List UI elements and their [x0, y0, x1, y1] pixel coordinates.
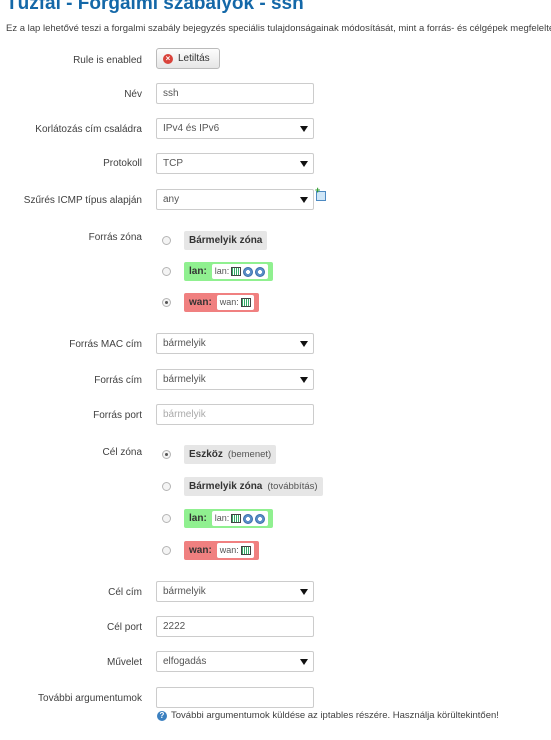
- ethernet-icon: [231, 514, 242, 523]
- src-zone-lan-radio[interactable]: [162, 267, 171, 276]
- help-text: További argumentumok küldése az iptables…: [171, 710, 499, 721]
- wireless-icon: [255, 266, 266, 277]
- chevron-down-icon: [300, 341, 308, 347]
- chevron-down-icon: [300, 589, 308, 595]
- zone-name: Bármelyik zóna: [189, 235, 263, 246]
- src-ip-select-value: bármelyik: [163, 374, 206, 385]
- zone-sub: (bemenet): [227, 449, 272, 460]
- dest-port-input[interactable]: 2222: [156, 616, 314, 637]
- dest-zone-lan[interactable]: lan: lan:: [184, 509, 274, 528]
- label-src-port: Forrás port: [93, 410, 142, 421]
- icmp-select[interactable]: any: [156, 189, 314, 210]
- zone-name: wan:: [189, 297, 212, 308]
- zone-name: Bármelyik zóna: [189, 481, 263, 492]
- dest-ip-select[interactable]: bármelyik: [156, 581, 314, 602]
- label-family: Korlátozás cím családra: [35, 124, 142, 135]
- action-select-value: elfogadás: [163, 656, 207, 667]
- label-dest-port: Cél port: [106, 622, 142, 633]
- zone-name: lan:: [189, 266, 207, 277]
- interface-label: wan:: [219, 545, 239, 555]
- label-src-zone: Forrás zóna: [88, 232, 142, 243]
- name-input[interactable]: ssh: [156, 83, 314, 104]
- family-select[interactable]: IPv4 és IPv6: [156, 118, 314, 139]
- interface-label: wan:: [219, 297, 239, 307]
- src-zone-any-radio[interactable]: [162, 236, 171, 245]
- dest-zone-device[interactable]: Eszköz (bemenet): [184, 445, 277, 464]
- dest-ip-select-value: bármelyik: [163, 586, 206, 597]
- chevron-down-icon: [300, 161, 308, 167]
- zone-sub: (továbbítás): [267, 481, 318, 492]
- page-title: Tűzfal - Forgalmi szabályok - ssh: [6, 0, 304, 14]
- wireless-icon: [243, 513, 254, 524]
- zone-interfaces: lan:: [211, 264, 269, 279]
- zone-interfaces: wan:: [216, 543, 254, 558]
- interface-label: lan:: [214, 513, 230, 523]
- chevron-down-icon: [300, 659, 308, 665]
- icmp-select-value: any: [163, 194, 180, 205]
- chevron-down-icon: [300, 126, 308, 132]
- src-zone-wan[interactable]: wan: wan:: [184, 293, 259, 312]
- zone-interfaces: wan:: [216, 295, 254, 310]
- ethernet-icon: [240, 546, 251, 555]
- label-protocol: Protokoll: [103, 158, 142, 169]
- src-mac-select-value: bármelyik: [163, 338, 206, 349]
- dest-zone-any[interactable]: Bármelyik zóna (továbbítás): [184, 477, 323, 496]
- src-zone-lan[interactable]: lan: lan:: [184, 262, 274, 281]
- src-zone-any[interactable]: Bármelyik zóna: [184, 231, 268, 250]
- zone-interfaces: lan:: [211, 511, 269, 526]
- label-icmp: Szűrés ICMP típus alapján: [23, 195, 142, 206]
- zone-name: lan:: [189, 513, 207, 524]
- label-dest-zone: Cél zóna: [102, 447, 142, 458]
- dest-zone-wan[interactable]: wan: wan:: [184, 541, 259, 560]
- label-extra: További argumentumok: [38, 693, 142, 704]
- label-src-ip: Forrás cím: [94, 375, 142, 386]
- ethernet-icon: [231, 267, 242, 276]
- dest-zone-lan-radio[interactable]: [162, 514, 171, 523]
- action-select[interactable]: elfogadás: [156, 651, 314, 672]
- family-select-value: IPv4 és IPv6: [163, 123, 220, 134]
- wireless-icon: [255, 513, 266, 524]
- extra-args-input[interactable]: [156, 687, 314, 708]
- label-src-mac: Forrás MAC cím: [69, 339, 142, 350]
- label-rule-enabled: Rule is enabled: [73, 55, 142, 66]
- dest-zone-any-radio[interactable]: [162, 482, 171, 491]
- src-mac-select[interactable]: bármelyik: [156, 333, 314, 354]
- ethernet-icon: [240, 298, 251, 307]
- src-port-input[interactable]: bármelyik: [156, 404, 314, 425]
- extra-args-help: ? További argumentumok küldése az iptabl…: [157, 710, 499, 721]
- add-icon[interactable]: [315, 185, 326, 201]
- dest-zone-wan-radio[interactable]: [162, 546, 171, 555]
- page-description: Ez a lap lehetővé teszi a forgalmi szabá…: [6, 23, 551, 34]
- chevron-down-icon: [300, 377, 308, 383]
- protocol-select-value: TCP: [163, 158, 183, 169]
- label-dest-ip: Cél cím: [108, 587, 142, 598]
- disable-icon: ×: [163, 53, 173, 64]
- disable-button-label: Letiltás: [178, 53, 210, 64]
- wireless-icon: [243, 266, 254, 277]
- interface-label: lan:: [214, 266, 230, 276]
- src-ip-select[interactable]: bármelyik: [156, 369, 314, 390]
- src-zone-wan-radio[interactable]: [162, 298, 171, 307]
- label-action: Művelet: [106, 657, 142, 668]
- label-name: Név: [124, 89, 142, 100]
- chevron-down-icon: [300, 197, 308, 203]
- zone-name: wan:: [189, 545, 212, 556]
- protocol-select[interactable]: TCP: [156, 153, 314, 174]
- dest-zone-device-radio[interactable]: [162, 450, 171, 459]
- help-icon: ?: [157, 710, 167, 721]
- zone-name: Eszköz: [189, 449, 223, 460]
- disable-button[interactable]: × Letiltás: [156, 48, 220, 69]
